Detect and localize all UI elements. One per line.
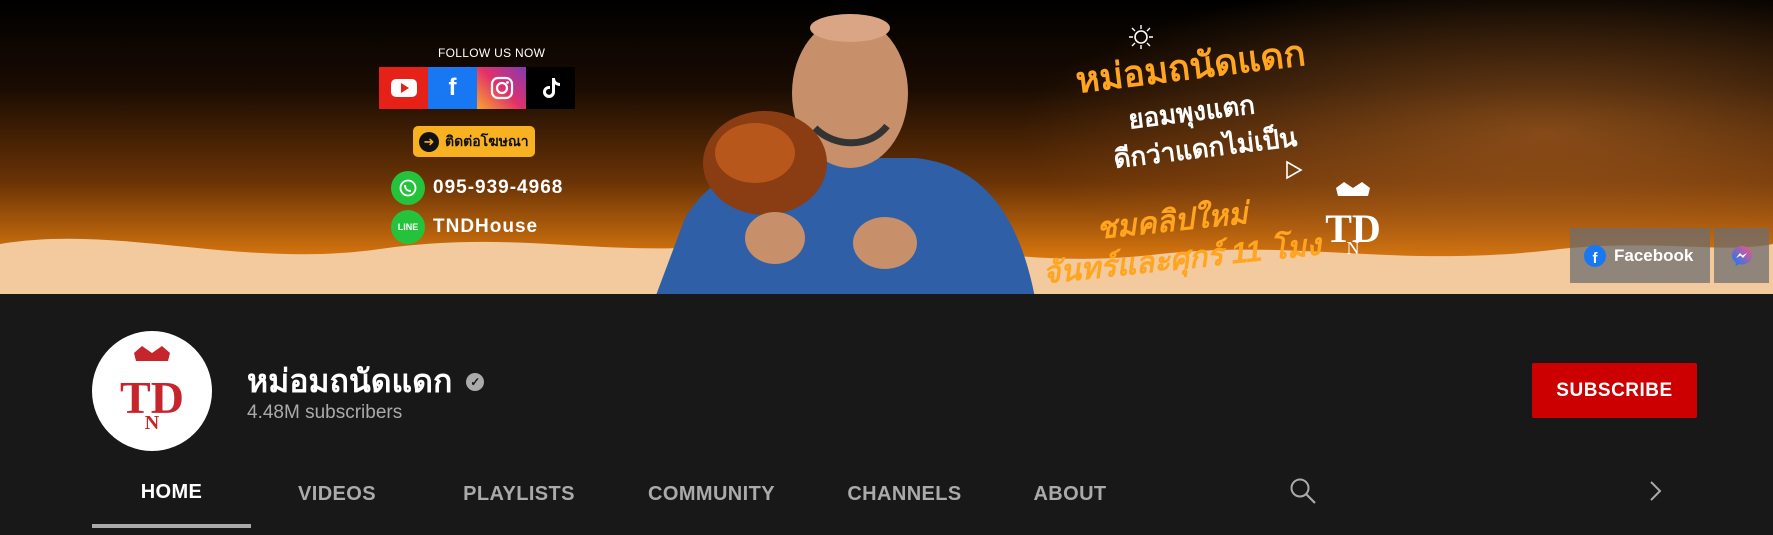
verified-check-icon: ✓ [466,372,485,391]
tab-videos[interactable]: VIDEOS [251,460,423,528]
svg-text:N: N [1347,238,1360,258]
facebook-icon: f [428,67,477,109]
chevron-right-icon [1650,481,1662,501]
banner-link-facebook-label: Facebook [1614,245,1694,265]
channel-name-text: หม่อมถนัดแดก [247,363,453,399]
tab-community[interactable]: COMMUNITY [615,460,808,528]
instagram-icon [477,67,526,109]
line-id: TNDHouse [433,216,539,237]
banner-links: f Facebook [1570,228,1769,283]
channel-banner: FOLLOW US NOW f ➜ ติดต่อโฆษณา 095-939-49… [0,0,1773,294]
youtube-icon [379,67,428,109]
channel-tabs: HOME VIDEOS PLAYLISTS COMMUNITY CHANNELS… [92,460,1139,535]
subscriber-count: 4.48M subscribers [247,402,403,423]
contact-ads-label: ติดต่อโฆษณา [445,132,529,149]
messenger-icon [1731,245,1752,266]
tnd-logo: TD N [1318,180,1388,271]
sun-icon [1128,24,1154,55]
whatsapp-icon [391,171,425,205]
search-icon [1290,478,1316,504]
svg-text:N: N [145,412,160,434]
banner-social-icons: f [379,67,575,109]
contact-ads-button: ➜ ติดต่อโฆษณา [413,126,535,157]
tnd-logo: TD N [120,346,184,434]
facebook-icon: f [1584,244,1606,267]
tabs-scroll-next-button[interactable] [1642,474,1668,508]
phone-number: 095-939-4968 [433,177,564,198]
tab-channels[interactable]: CHANNELS [808,460,1001,528]
tab-about[interactable]: ABOUT [1001,460,1139,528]
banner-link-facebook[interactable]: f Facebook [1570,228,1710,283]
channel-name: หม่อมถนัดแดก ✓ [247,356,485,407]
tab-playlists[interactable]: PLAYLISTS [423,460,615,528]
line-contact: LINE TNDHouse [391,210,538,244]
channel-search-button[interactable] [1286,474,1320,508]
tiktok-icon [526,67,575,109]
follow-label: FOLLOW US NOW [438,46,546,60]
subscribe-button[interactable]: SUBSCRIBE [1532,363,1697,418]
play-icon [1284,160,1304,185]
tab-home[interactable]: HOME [92,460,251,528]
phone-contact: 095-939-4968 [391,171,563,205]
channel-avatar[interactable]: TD N [92,331,212,451]
arrow-right-icon: ➜ [419,131,439,152]
banner-link-messenger[interactable] [1714,228,1769,283]
line-icon: LINE [391,210,425,244]
host-photo [656,14,1035,294]
